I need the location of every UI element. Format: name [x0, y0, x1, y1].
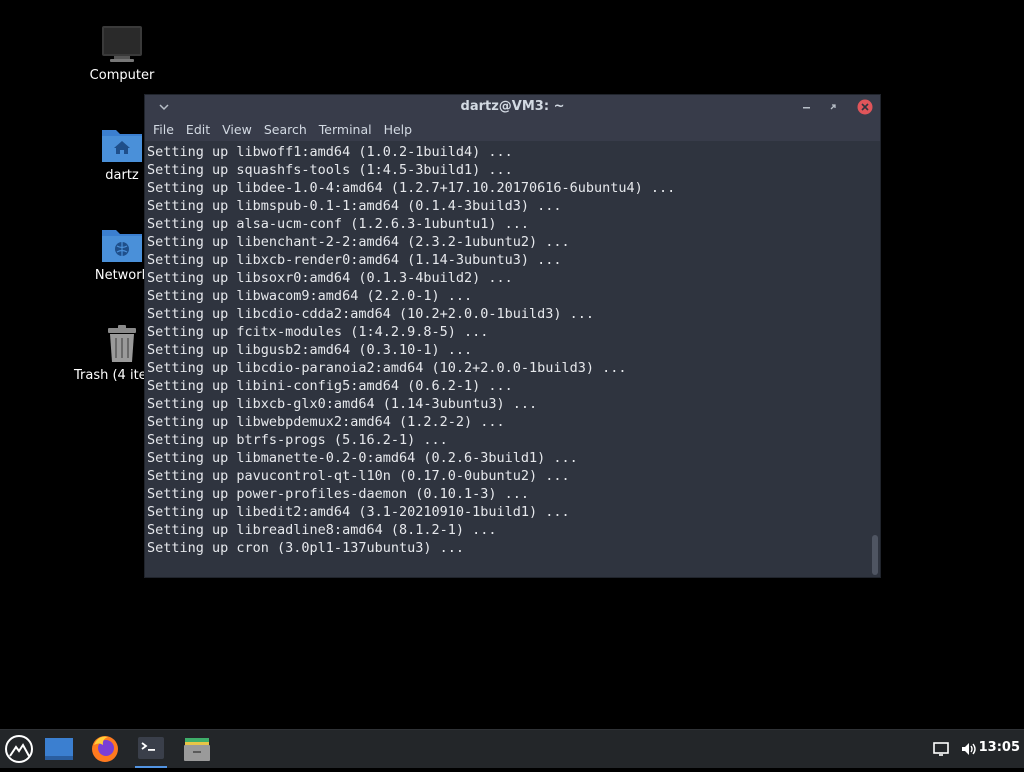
terminal-line: Setting up libsoxr0:amd64 (0.1.3-4build2…: [147, 270, 513, 286]
menu-view[interactable]: View: [217, 119, 259, 141]
terminal-line: Setting up libgusb2:amd64 (0.3.10-1) ...: [147, 342, 473, 358]
terminal-line: Setting up libxcb-render0:amd64 (1.14-3u…: [147, 252, 562, 268]
computer-icon: [102, 26, 142, 62]
menu-search[interactable]: Search: [259, 119, 314, 141]
start-menu-button[interactable]: [0, 730, 38, 768]
desktop-icon-label: Computer: [89, 68, 155, 83]
firefox-launcher[interactable]: [86, 730, 124, 768]
menu-terminal[interactable]: Terminal: [314, 119, 379, 141]
menu-file[interactable]: File: [148, 119, 181, 141]
trash-icon: [108, 325, 136, 362]
terminal-line: Setting up squashfs-tools (1:4.5-3build1…: [147, 162, 513, 178]
terminal-scrollbar[interactable]: [872, 143, 878, 575]
terminal-line: Setting up btrfs-progs (5.16.2-1) ...: [147, 432, 448, 448]
terminal-output[interactable]: Setting up libwoff1:amd64 (1.0.2-1build4…: [147, 143, 870, 575]
terminal-line: Setting up libdee-1.0-4:amd64 (1.2.7+17.…: [147, 180, 676, 196]
terminal-task-button[interactable]: [132, 730, 170, 768]
window-title: dartz@VM3: ~: [460, 99, 565, 114]
terminal-line: Setting up libmspub-0.1-1:amd64 (0.1.4-3…: [147, 198, 562, 214]
maximize-icon[interactable]: [824, 98, 842, 116]
terminal-window: dartz@VM3: ~ File Edit View Search Termi…: [145, 95, 880, 577]
menu-help[interactable]: Help: [379, 119, 420, 141]
terminal-line: Setting up libxcb-glx0:amd64 (1.14-3ubun…: [147, 396, 538, 412]
show-desktop-button[interactable]: [40, 730, 78, 768]
terminal-line: Setting up power-profiles-daemon (0.10.1…: [147, 486, 530, 502]
terminal-line: Setting up libenchant-2-2:amd64 (2.3.2-1…: [147, 234, 570, 250]
file-manager-launcher[interactable]: [178, 730, 216, 768]
file-manager-icon: [184, 738, 210, 761]
show-desktop-icon: [45, 738, 73, 760]
terminal-line: Setting up libreadline8:amd64 (8.1.2-1) …: [147, 522, 497, 538]
start-menu-icon: [5, 735, 33, 763]
terminal-line: Setting up libwebpdemux2:amd64 (1.2.2-2)…: [147, 414, 505, 430]
firefox-icon: [92, 736, 118, 762]
terminal-line: Setting up libcdio-paranoia2:amd64 (10.2…: [147, 360, 627, 376]
terminal-line: Setting up libedit2:amd64 (3.1-20210910-…: [147, 504, 570, 520]
terminal-line: Setting up libini-config5:amd64 (0.6.2-1…: [147, 378, 513, 394]
scrollbar-thumb[interactable]: [872, 535, 878, 575]
minimize-icon[interactable]: [798, 98, 816, 116]
menu-bar: File Edit View Search Terminal Help: [145, 119, 880, 141]
terminal-line: Setting up libwacom9:amd64 (2.2.0-1) ...: [147, 288, 473, 304]
terminal-line: Setting up fcitx-modules (1:4.2.9.8-5) .…: [147, 324, 489, 340]
terminal-line: Setting up libmanette-0.2-0:amd64 (0.2.6…: [147, 450, 578, 466]
taskbar: 13:05: [0, 729, 1024, 768]
terminal-line: Setting up cron (3.0pl1-137ubuntu3) ...: [147, 540, 464, 556]
desktop-icon-computer[interactable]: Computer: [74, 24, 170, 83]
network-folder-icon: [102, 230, 142, 262]
title-bar[interactable]: dartz@VM3: ~: [145, 95, 880, 119]
terminal-line: Setting up libwoff1:amd64 (1.0.2-1build4…: [147, 144, 513, 160]
close-icon[interactable]: [856, 98, 874, 116]
clock[interactable]: 13:05: [979, 740, 1020, 755]
terminal-line: Setting up pavucontrol-qt-l10n (0.17.0-0…: [147, 468, 570, 484]
display-icon[interactable]: [932, 740, 950, 758]
terminal-icon: [138, 737, 164, 759]
menu-edit[interactable]: Edit: [181, 119, 217, 141]
home-folder-icon: [102, 130, 142, 162]
terminal-line: Setting up libcdio-cdda2:amd64 (10.2+2.0…: [147, 306, 595, 322]
volume-icon[interactable]: [960, 740, 978, 758]
terminal-line: Setting up alsa-ucm-conf (1.2.6.3-1ubunt…: [147, 216, 530, 232]
